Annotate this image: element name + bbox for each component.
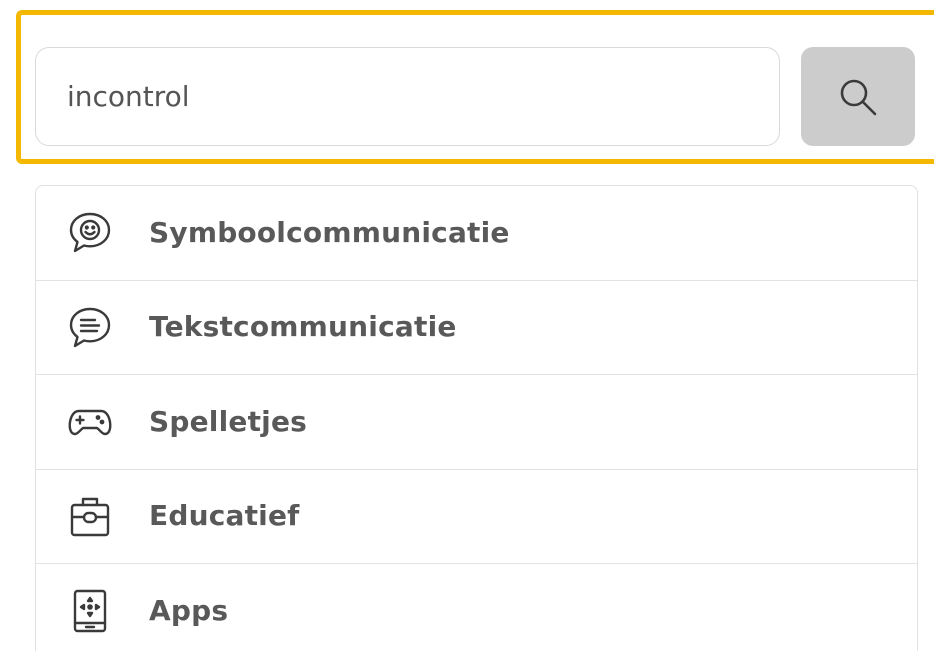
page: Symboolcommunicatie Tekstcommunicatie [0, 0, 934, 651]
menu-item-spelletjes[interactable]: Spelletjes [36, 375, 917, 470]
menu-item-tekstcommunicatie[interactable]: Tekstcommunicatie [36, 281, 917, 375]
smiley-speech-bubble-icon [67, 210, 113, 256]
text-speech-bubble-icon [67, 304, 113, 350]
search-button[interactable] [801, 47, 915, 146]
menu-item-symboolcommunicatie[interactable]: Symboolcommunicatie [36, 186, 917, 281]
menu-item-educatief[interactable]: Educatief [36, 470, 917, 564]
tablet-app-icon [67, 588, 113, 634]
search-input[interactable] [35, 47, 780, 146]
menu-item-label: Symboolcommunicatie [149, 215, 510, 249]
menu-item-label: Tekstcommunicatie [149, 310, 457, 344]
search-icon [836, 75, 880, 119]
briefcase-icon [67, 493, 113, 539]
gamepad-icon [67, 399, 113, 445]
menu-item-label: Spelletjes [149, 404, 308, 438]
menu-item-label: Educatief [149, 499, 300, 533]
category-menu: Symboolcommunicatie Tekstcommunicatie Sp… [35, 185, 918, 651]
menu-item-apps[interactable]: Apps [36, 564, 917, 651]
menu-item-label: Apps [149, 594, 229, 628]
